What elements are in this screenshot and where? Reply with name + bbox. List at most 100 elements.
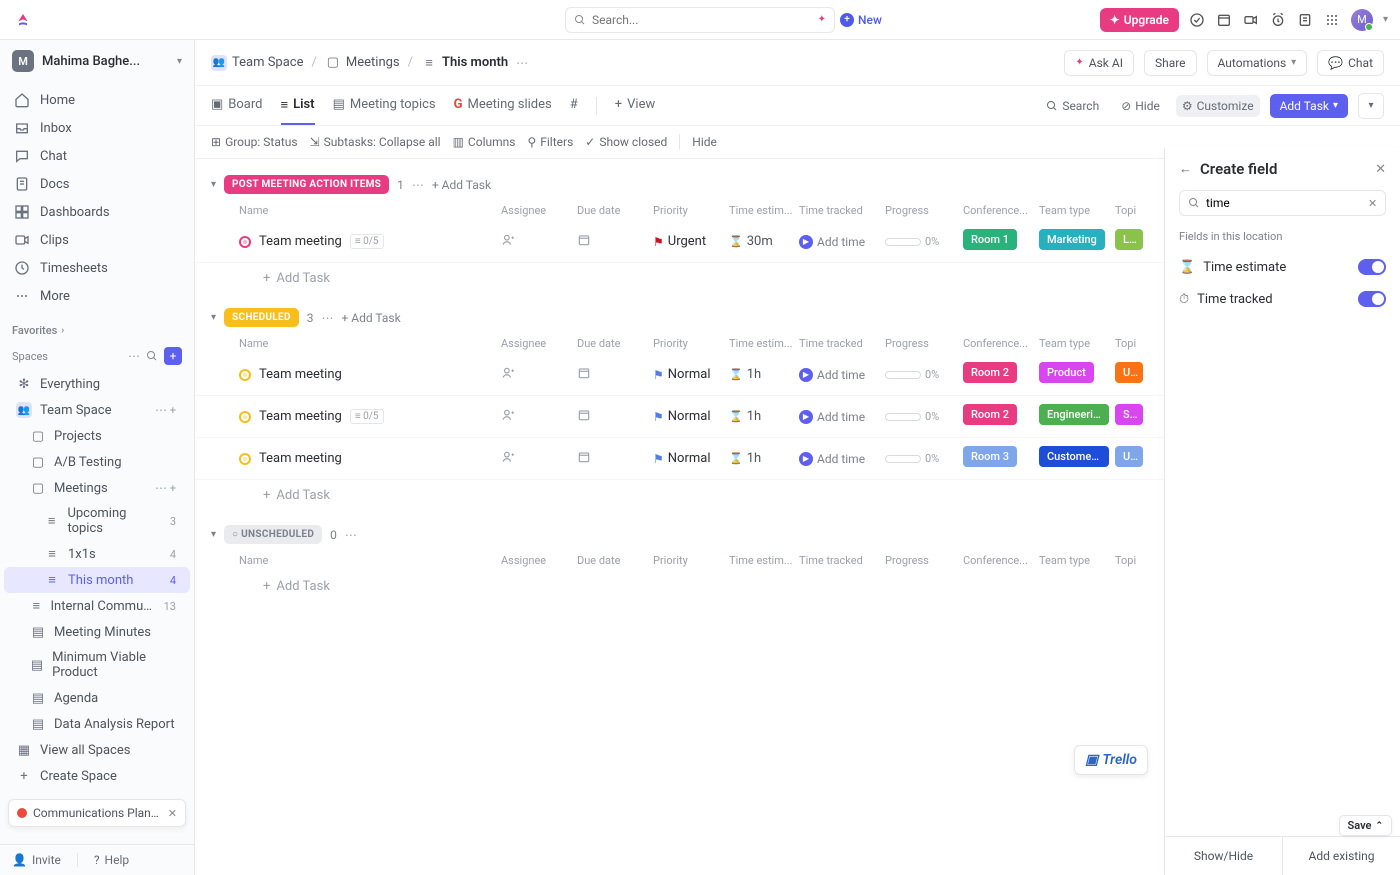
play-icon[interactable]: ▶ <box>799 452 813 466</box>
nav-timesheets[interactable]: Timesheets <box>8 254 186 282</box>
trello-integration-pill[interactable]: ▣ Trello <box>1074 745 1148 775</box>
breadcrumb-meetings[interactable]: ▢Meetings <box>325 55 400 71</box>
add-space-button[interactable]: + <box>164 347 182 365</box>
invite-button[interactable]: 👤Invite <box>12 853 61 867</box>
add-assignee-icon[interactable] <box>501 366 515 380</box>
conference-tag[interactable]: Room 1 <box>963 229 1017 250</box>
tab-add-view[interactable]: +View <box>615 87 656 124</box>
sidebar-doc-mvp[interactable]: ▤Minimum Viable Product <box>4 645 190 685</box>
play-icon[interactable]: ▶ <box>799 235 813 249</box>
subtask-badge[interactable]: ≡ 0/5 <box>350 234 384 249</box>
workspace-switcher[interactable]: M Mahima Baghe... ▾ <box>0 40 194 82</box>
automations-button[interactable]: Automations▾ <box>1207 50 1308 76</box>
field-search[interactable]: ✕ <box>1179 190 1386 216</box>
status-pill[interactable]: SCHEDULED <box>224 308 299 327</box>
show-closed-button[interactable]: ✓Show closed <box>585 135 667 149</box>
calendar-icon[interactable] <box>577 366 591 380</box>
hide-filters-button[interactable]: Hide <box>692 135 717 149</box>
chevron-down-icon[interactable]: ▾ <box>1383 14 1388 25</box>
ai-sparkle-icon[interactable]: ✦ <box>818 14 826 25</box>
search-button[interactable]: Search <box>1040 95 1105 117</box>
toggle-switch[interactable] <box>1358 291 1386 307</box>
group-add-task[interactable]: + Add Task <box>342 311 401 325</box>
favorites-heading[interactable]: Favorites› <box>0 314 194 341</box>
nav-more[interactable]: More <box>8 282 186 310</box>
new-button[interactable]: + New <box>840 13 882 27</box>
group-more-icon[interactable]: ⋯ <box>345 528 357 542</box>
app-logo[interactable] <box>12 9 34 31</box>
share-button[interactable]: Share <box>1144 50 1197 76</box>
global-search[interactable]: ✦ <box>565 7 835 33</box>
meetings-more-icon[interactable]: ⋯ <box>155 481 167 495</box>
columns-filter[interactable]: ▥Columns <box>453 135 516 149</box>
field-search-input[interactable] <box>1206 196 1362 210</box>
nav-inbox[interactable]: Inbox <box>8 114 186 142</box>
play-icon[interactable]: ▶ <box>799 368 813 382</box>
time-tracked-value[interactable]: Add time <box>817 368 865 382</box>
topic-tag[interactable]: Up <box>1115 362 1143 383</box>
add-assignee-icon[interactable] <box>501 408 515 422</box>
group-filter[interactable]: ⊞Group: Status <box>211 135 298 149</box>
tab-board[interactable]: ▣Board <box>211 87 263 124</box>
tab-hash[interactable]: # <box>570 87 578 124</box>
team-space-add-icon[interactable]: + <box>170 404 176 417</box>
topic-tag[interactable]: Spr <box>1115 404 1143 425</box>
nav-clips[interactable]: Clips <box>8 226 186 254</box>
status-pill[interactable]: ○ UNSCHEDULED <box>224 525 322 544</box>
calendar-icon[interactable] <box>577 450 591 464</box>
sidebar-create-space[interactable]: +Create Space <box>4 763 190 789</box>
sidebar-team-space[interactable]: 👥 Team Space ⋯ + <box>4 397 190 423</box>
sidebar-list-internal[interactable]: ≡Internal Communicati...13 <box>4 593 190 619</box>
team-tag[interactable]: Engineering <box>1039 404 1109 425</box>
nav-docs[interactable]: Docs <box>8 170 186 198</box>
status-dot-icon[interactable] <box>239 236 251 248</box>
subtasks-filter[interactable]: ⇲Subtasks: Collapse all <box>310 135 441 149</box>
status-dot-icon[interactable] <box>239 411 251 423</box>
tab-slides[interactable]: GMeeting slides <box>454 87 552 124</box>
search-input[interactable] <box>592 13 812 27</box>
breadcrumb-more-icon[interactable]: ⋯ <box>516 56 528 70</box>
sidebar-everything[interactable]: ✻ Everything <box>4 371 190 397</box>
nav-dashboards[interactable]: Dashboards <box>8 198 186 226</box>
add-task-button[interactable]: Add Task▾ <box>1270 94 1348 118</box>
breadcrumb-team-space[interactable]: 👥Team Space <box>211 55 304 71</box>
status-pill[interactable]: POST MEETING ACTION ITEMS <box>224 175 389 194</box>
check-circle-icon[interactable] <box>1189 11 1206 28</box>
group-add-task[interactable]: + Add Task <box>432 178 491 192</box>
add-assignee-icon[interactable] <box>501 233 515 247</box>
topic-tag[interactable]: Up <box>1115 446 1143 467</box>
subtask-badge[interactable]: ≡ 0/5 <box>350 409 384 424</box>
flag-icon[interactable]: ⚑ <box>653 368 664 382</box>
alarm-icon[interactable] <box>1270 11 1287 28</box>
add-existing-button[interactable]: Add existing <box>1282 837 1400 875</box>
user-avatar[interactable]: M <box>1351 9 1373 31</box>
show-hide-button[interactable]: Show/Hide <box>1165 837 1282 875</box>
topic-tag[interactable]: Lan <box>1115 229 1143 250</box>
team-tag[interactable]: Customer ... <box>1039 446 1109 467</box>
sidebar-doc-agenda[interactable]: ▤Agenda <box>4 685 190 711</box>
ask-ai-button[interactable]: ✦Ask AI <box>1064 50 1134 76</box>
field-option[interactable]: ⌛Time estimate <box>1165 251 1400 283</box>
time-tracked-value[interactable]: Add time <box>817 410 865 424</box>
team-space-more-icon[interactable]: ⋯ <box>155 403 167 417</box>
status-dot-icon[interactable] <box>239 453 251 465</box>
team-tag[interactable]: Product <box>1039 362 1094 383</box>
group-more-icon[interactable]: ⋯ <box>412 178 424 192</box>
nav-chat[interactable]: Chat <box>8 142 186 170</box>
meetings-add-icon[interactable]: + <box>170 482 176 495</box>
team-tag[interactable]: Marketing <box>1039 229 1105 250</box>
conference-tag[interactable]: Room 2 <box>963 362 1017 383</box>
upgrade-button[interactable]: ✦ Upgrade <box>1100 8 1179 32</box>
field-option[interactable]: ⏱Time tracked <box>1165 283 1400 315</box>
sidebar-list-1x1s[interactable]: ≡1x1s4 <box>4 541 190 567</box>
spaces-search-icon[interactable] <box>146 350 158 362</box>
sidebar-folder-meetings[interactable]: ▢Meetings⋯ + <box>4 475 190 501</box>
sidebar-doc-report[interactable]: ▤Data Analysis Report <box>4 711 190 737</box>
spaces-more-icon[interactable]: ⋯ <box>128 349 140 363</box>
calendar-icon[interactable] <box>1216 11 1233 28</box>
conference-tag[interactable]: Room 3 <box>963 446 1017 467</box>
reminder-toast[interactable]: Communications Plan Wh... ✕ <box>8 799 186 827</box>
customize-button[interactable]: ⚙Customize <box>1176 95 1260 117</box>
calendar-icon[interactable] <box>577 408 591 422</box>
breadcrumb-current[interactable]: ≡This month <box>421 55 508 71</box>
